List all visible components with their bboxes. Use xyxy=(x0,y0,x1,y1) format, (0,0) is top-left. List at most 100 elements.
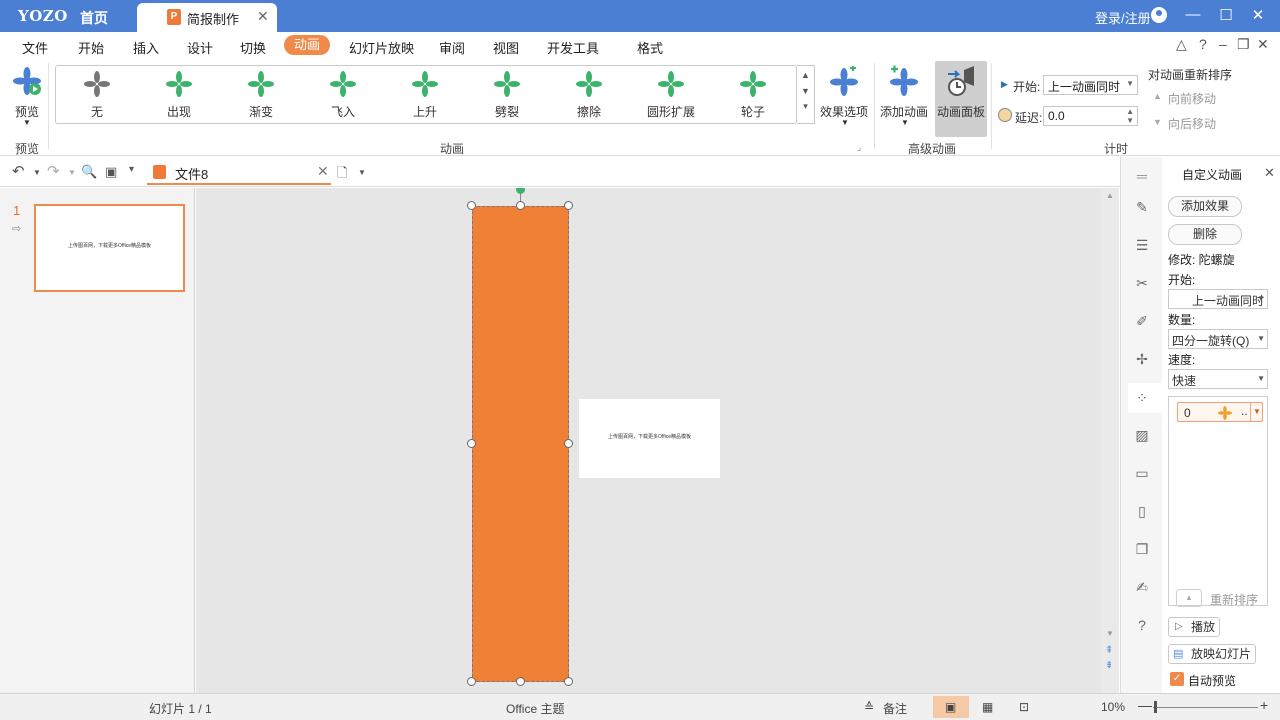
chevron-down-icon[interactable]: ▼ xyxy=(901,118,909,127)
redo-icon[interactable]: ↷ xyxy=(47,162,60,180)
anim-rise[interactable]: 上升 xyxy=(384,66,466,123)
anim-fly-in[interactable]: 飞入 xyxy=(302,66,384,123)
clipboard-icon[interactable]: ▯ xyxy=(1134,503,1150,519)
slide-page[interactable]: 上传图百网，下载更多Office精品模板 xyxy=(579,399,720,478)
play-button[interactable]: ▷ 播放 xyxy=(1168,617,1220,637)
slide-sorter-icon[interactable]: ▦ xyxy=(982,700,993,714)
resize-handle[interactable] xyxy=(467,201,476,210)
drag-handle-icon[interactable]: ═ xyxy=(1134,168,1150,184)
edit-icon[interactable]: ✍ xyxy=(1134,579,1150,595)
chevron-down-icon[interactable]: ▼ xyxy=(841,118,849,127)
delete-button[interactable]: 删除 xyxy=(1168,224,1242,245)
expand-gallery-icon[interactable]: ▾ xyxy=(797,101,814,112)
zoom-slider-thumb[interactable] xyxy=(1154,701,1157,713)
anim-appear[interactable]: 出现 xyxy=(138,66,220,123)
picture-icon[interactable]: ▨ xyxy=(1134,427,1150,443)
menu-review[interactable]: 审阅 xyxy=(439,38,465,57)
normal-view-icon[interactable]: ▣ xyxy=(945,700,956,714)
close-doc-icon[interactable]: ✕ xyxy=(1257,36,1269,53)
animation-list-item[interactable]: 0 .. ▼ xyxy=(1177,402,1263,422)
minimize-icon[interactable]: — xyxy=(1183,6,1203,23)
copy-icon[interactable]: ❐ xyxy=(1134,541,1150,557)
slide-thumbnail[interactable]: 上传图百网，下载更多Office精品模板 xyxy=(34,204,185,292)
orange-rectangle-shape[interactable] xyxy=(472,206,569,682)
user-icon[interactable] xyxy=(1151,7,1167,23)
chevron-down-icon[interactable]: ▼ xyxy=(68,168,76,177)
move-later-button[interactable]: 向后移动 xyxy=(1168,115,1216,132)
print-preview-icon[interactable]: 🔍 xyxy=(81,164,97,180)
scroll-up-icon[interactable]: ▲ xyxy=(797,70,814,80)
sliders-icon[interactable]: ☰ xyxy=(1134,237,1150,253)
pencil-icon[interactable]: ✎ xyxy=(1134,199,1150,215)
anim-fade[interactable]: 渐变 xyxy=(220,66,302,123)
scroll-up-icon[interactable]: ▲ xyxy=(1106,191,1114,200)
custom-animation-tab-icon[interactable]: ⁘ xyxy=(1134,390,1150,406)
notes-icon[interactable]: ≙ xyxy=(864,700,874,714)
slideshow-view-icon[interactable]: ⊡ xyxy=(1019,700,1029,714)
preview-icon[interactable] xyxy=(12,66,42,96)
spin-down-icon[interactable]: ▼ xyxy=(1126,116,1134,125)
speed-select[interactable]: 快速 ▼ xyxy=(1168,369,1268,389)
start-select[interactable]: 上一动画同时 ▼ xyxy=(1043,75,1138,95)
chevron-down-icon[interactable]: ▼ xyxy=(358,168,366,177)
add-animation-icon[interactable] xyxy=(889,64,919,96)
vertical-scrollbar[interactable]: ▲ ▼ ⇞ ⇟ xyxy=(1101,188,1119,693)
add-effect-button[interactable]: 添加效果 xyxy=(1168,196,1242,217)
arrow-up-icon[interactable]: ▲ xyxy=(1176,589,1202,607)
restore-doc-icon[interactable]: ❐ xyxy=(1237,36,1250,53)
document-tab[interactable]: P 简报制作 ✕ xyxy=(137,3,277,32)
zoom-slider-track[interactable] xyxy=(1153,707,1258,708)
menu-home[interactable]: 开始 xyxy=(78,38,104,57)
zoom-in-icon[interactable]: + xyxy=(1260,697,1268,713)
pinwheel-outline-icon[interactable]: ✢ xyxy=(1134,351,1150,367)
menu-transition[interactable]: 切换 xyxy=(240,38,266,57)
anim-circle[interactable]: 圆形扩展 xyxy=(630,66,712,123)
reorder-button[interactable]: 重新排序 xyxy=(1210,591,1258,608)
move-earlier-button[interactable]: 向前移动 xyxy=(1168,90,1216,107)
notes-button[interactable]: 备注 xyxy=(883,700,907,717)
resize-handle[interactable] xyxy=(516,201,525,210)
menu-animation[interactable]: 动画 xyxy=(284,35,330,55)
menu-insert[interactable]: 插入 xyxy=(133,38,159,57)
effect-options-icon[interactable] xyxy=(830,66,858,96)
close-icon[interactable]: ✕ xyxy=(1264,165,1275,181)
resize-handle[interactable] xyxy=(564,677,573,686)
menu-format[interactable]: 格式 xyxy=(637,38,663,57)
comment-icon[interactable]: ▭ xyxy=(1134,465,1150,481)
zoom-out-icon[interactable]: — xyxy=(1138,697,1152,713)
new-document-icon[interactable]: 🗋 xyxy=(337,164,347,186)
help-icon[interactable]: ? xyxy=(1199,36,1207,52)
resize-handle[interactable] xyxy=(516,677,525,686)
menu-slideshow[interactable]: 幻灯片放映 xyxy=(349,38,414,57)
resize-handle[interactable] xyxy=(467,439,476,448)
chevron-down-icon[interactable]: ▼ xyxy=(23,118,31,127)
auto-preview-checkbox[interactable]: ✓ xyxy=(1170,672,1184,686)
prev-slide-icon[interactable]: ⇞ xyxy=(1105,645,1113,656)
tools-icon[interactable]: ✂ xyxy=(1134,275,1150,291)
resize-handle[interactable] xyxy=(467,677,476,686)
maximize-icon[interactable]: ☐ xyxy=(1216,6,1236,24)
customize-toolbar-icon[interactable]: ▾ xyxy=(129,164,134,175)
delay-input[interactable]: 0.0 ▲ ▼ xyxy=(1043,106,1138,126)
menu-file[interactable]: 文件 xyxy=(22,38,48,57)
undo-icon[interactable]: ↶ xyxy=(12,162,25,180)
close-icon[interactable]: ✕ xyxy=(257,8,269,25)
anim-wheel[interactable]: 轮子 xyxy=(712,66,794,123)
anim-wipe[interactable]: 擦除 xyxy=(548,66,630,123)
slideshow-button[interactable]: ▤ 放映幻灯片 xyxy=(1168,644,1256,664)
window-close-icon[interactable]: ✕ xyxy=(1248,6,1268,24)
resize-handle[interactable] xyxy=(564,439,573,448)
anim-none[interactable]: 无 xyxy=(56,66,138,123)
scroll-down-icon[interactable]: ▼ xyxy=(797,86,814,96)
scroll-down-icon[interactable]: ▼ xyxy=(1106,629,1114,638)
menu-design[interactable]: 设计 xyxy=(187,38,213,57)
home-tab[interactable]: 首页 xyxy=(80,8,108,28)
start-select[interactable]: 上一动画同时 ▼ xyxy=(1168,289,1268,309)
login-link[interactable]: 登录/注册 xyxy=(1095,8,1151,27)
zoom-level[interactable]: 10% xyxy=(1101,700,1125,714)
menu-view[interactable]: 视图 xyxy=(493,38,519,57)
anim-split[interactable]: 劈裂 xyxy=(466,66,548,123)
spin-up-icon[interactable]: ▲ xyxy=(1126,107,1134,116)
minimize-doc-icon[interactable]: – xyxy=(1219,36,1227,52)
dialog-launcher-icon[interactable]: ⌟ xyxy=(857,142,861,153)
